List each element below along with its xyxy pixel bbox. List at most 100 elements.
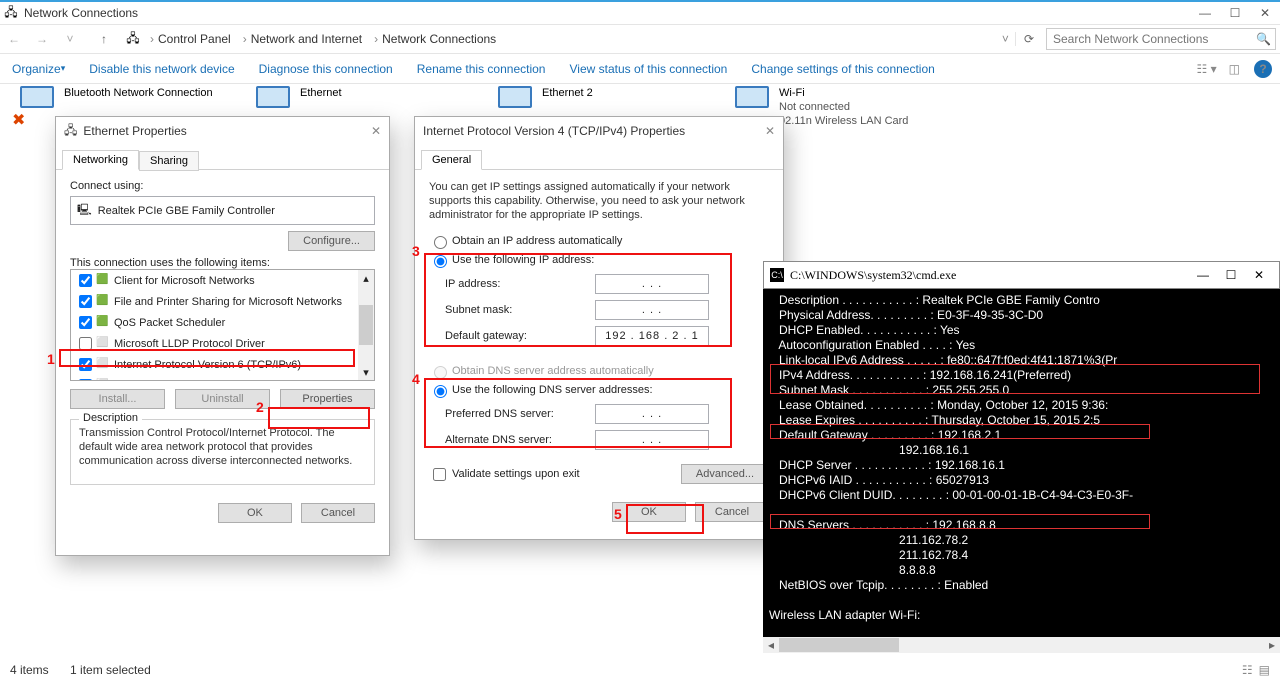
preview-pane-icon[interactable]: ◫ xyxy=(1223,62,1246,76)
up-button[interactable]: ↑ xyxy=(90,25,118,53)
dns1-label: Preferred DNS server: xyxy=(445,408,595,420)
mask-input[interactable]: . . . xyxy=(595,300,709,320)
items-label: This connection uses the following items… xyxy=(70,257,375,269)
tab-general[interactable]: General xyxy=(421,150,482,170)
recent-dropdown[interactable]: ˅ xyxy=(56,25,84,53)
ethernet-properties-dialog: 🖧 Ethernet Properties ✕ Networking Sharing… xyxy=(55,116,390,556)
dns2-label: Alternate DNS server: xyxy=(445,434,595,446)
ip-input[interactable]: . . . xyxy=(595,274,709,294)
configure-button[interactable]: Configure... xyxy=(288,231,375,251)
change-settings[interactable]: Change settings of this connection xyxy=(739,54,946,83)
close-icon[interactable]: ✕ xyxy=(765,124,775,138)
validate-checkbox[interactable] xyxy=(433,468,446,481)
back-button[interactable]: ← xyxy=(0,25,28,53)
window-controls: — ☐ ✕ xyxy=(1190,2,1280,24)
dns2-input[interactable]: . . . xyxy=(595,430,709,450)
dialog-title: Internet Protocol Version 4 (TCP/IPv4) P… xyxy=(423,124,685,138)
ok-button[interactable]: OK xyxy=(612,502,686,522)
mask-label: Subnet mask: xyxy=(445,304,595,316)
adapter-name: Ethernet 2 xyxy=(542,86,593,100)
maximize-button[interactable]: ☐ xyxy=(1217,268,1245,283)
ipv4-properties-dialog: Internet Protocol Version 4 (TCP/IPv4) P… xyxy=(414,116,784,540)
advanced-button[interactable]: Advanced... xyxy=(681,464,769,484)
list-item[interactable]: 🟩Client for Microsoft Networks xyxy=(71,270,374,291)
cancel-button[interactable]: Cancel xyxy=(695,502,769,522)
dialog-title: Ethernet Properties xyxy=(83,124,186,138)
ip-label: IP address: xyxy=(445,278,595,290)
components-listbox[interactable]: 🟩Client for Microsoft Networks 🟩File and… xyxy=(70,269,375,381)
close-icon[interactable]: ✕ xyxy=(371,124,381,138)
list-item[interactable]: 🟩QoS Packet Scheduler xyxy=(71,312,374,333)
highlight-box xyxy=(770,514,1150,529)
status-items: 4 items xyxy=(10,663,49,677)
search-icon[interactable]: 🔍 xyxy=(1256,32,1271,46)
maximize-button[interactable]: ☐ xyxy=(1220,2,1250,24)
rename-connection[interactable]: Rename this connection xyxy=(405,54,558,83)
annotation-4: 4 xyxy=(412,371,420,387)
nic-icon: 🖳 xyxy=(77,201,92,220)
horizontal-scrollbar[interactable]: ◂▸ xyxy=(763,637,1280,653)
help-button[interactable]: ? xyxy=(1254,60,1272,78)
folder-icon: 🖧 xyxy=(124,30,142,48)
highlight-box xyxy=(770,424,1150,439)
forward-button[interactable]: → xyxy=(28,25,56,53)
breadcrumb-0[interactable]: ›Control Panel xyxy=(142,32,235,46)
adapter-name: Bluetooth Network Connection xyxy=(64,86,213,100)
list-item[interactable]: ⬜Internet Protocol Version 6 (TCP/IPv6) xyxy=(71,354,374,375)
diagnose-connection[interactable]: Diagnose this connection xyxy=(247,54,405,83)
annotation-3: 3 xyxy=(412,243,420,259)
cancel-button[interactable]: Cancel xyxy=(301,503,375,523)
radio-use-following-ip[interactable]: Use the following IP address: xyxy=(429,252,769,268)
view-status[interactable]: View status of this connection xyxy=(557,54,739,83)
dialog-icon: 🖧 xyxy=(64,121,77,142)
large-icons-view-icon[interactable]: ▤ xyxy=(1259,663,1270,677)
address-dropdown[interactable]: ˅ xyxy=(996,32,1015,46)
intro-text: You can get IP settings assigned automat… xyxy=(429,180,769,222)
breadcrumb-1[interactable]: ›Network and Internet xyxy=(235,32,366,46)
organize-menu[interactable]: Organize xyxy=(0,54,77,83)
adapter-status: Not connected xyxy=(779,100,908,114)
details-view-icon[interactable]: ☷ xyxy=(1242,663,1253,677)
refresh-button[interactable]: ⟳ xyxy=(1015,32,1042,46)
error-icon xyxy=(12,110,30,128)
ok-button[interactable]: OK xyxy=(218,503,292,523)
minimize-button[interactable]: — xyxy=(1189,268,1217,283)
view-options-icon[interactable]: ☷ ▾ xyxy=(1191,62,1223,76)
cmd-icon: C:\ xyxy=(770,268,784,282)
cmd-window: C:\ C:\WINDOWS\system32\cmd.exe — ☐ ✕ De… xyxy=(763,261,1280,653)
minimize-button[interactable]: — xyxy=(1190,2,1220,24)
close-button[interactable]: ✕ xyxy=(1245,268,1273,283)
close-button[interactable]: ✕ xyxy=(1250,2,1280,24)
adapter-field: 🖳 Realtek PCIe GBE Family Controller xyxy=(70,196,375,225)
properties-button[interactable]: Properties xyxy=(280,389,375,409)
gw-input[interactable]: 192 . 168 . 2 . 1 xyxy=(595,326,709,346)
search-box[interactable]: 🔍 xyxy=(1046,28,1276,50)
radio-use-following-dns[interactable]: Use the following DNS server addresses: xyxy=(429,382,769,398)
adapter-dev: 02.11n Wireless LAN Card xyxy=(779,114,908,128)
list-item[interactable]: ⬜Microsoft LLDP Protocol Driver xyxy=(71,333,374,354)
validate-label: Validate settings upon exit xyxy=(452,468,580,480)
terminal-output: Description . . . . . . . . . . . : Real… xyxy=(763,289,1280,623)
connect-using-label: Connect using: xyxy=(70,180,375,192)
description-label: Description xyxy=(79,412,142,424)
list-item-ipv4[interactable]: ⬜Internet Protocol Version 4 (TCP/IPv4) xyxy=(71,375,374,381)
annotation-5: 5 xyxy=(614,506,622,522)
window-title: Network Connections xyxy=(24,6,138,20)
adapter-name: Ethernet xyxy=(300,86,342,100)
breadcrumb-2[interactable]: ›Network Connections xyxy=(366,32,500,46)
install-button[interactable]: Install... xyxy=(70,389,165,409)
scrollbar[interactable]: ▴▾ xyxy=(358,270,374,380)
cmd-title: C:\WINDOWS\system32\cmd.exe xyxy=(790,268,956,283)
control-panel-icon: 🖧 xyxy=(4,6,18,20)
tab-sharing[interactable]: Sharing xyxy=(139,151,199,171)
adapter-name-text: Realtek PCIe GBE Family Controller xyxy=(98,205,275,217)
disable-device[interactable]: Disable this network device xyxy=(77,54,246,83)
list-item[interactable]: 🟩File and Printer Sharing for Microsoft … xyxy=(71,291,374,312)
radio-obtain-dns-auto: Obtain DNS server address automatically xyxy=(429,363,769,379)
highlight-box xyxy=(770,364,1260,394)
radio-obtain-auto[interactable]: Obtain an IP address automatically xyxy=(429,233,769,249)
tab-networking[interactable]: Networking xyxy=(62,150,139,170)
annotation-1: 1 xyxy=(47,351,55,367)
dns1-input[interactable]: . . . xyxy=(595,404,709,424)
search-input[interactable] xyxy=(1051,31,1256,47)
